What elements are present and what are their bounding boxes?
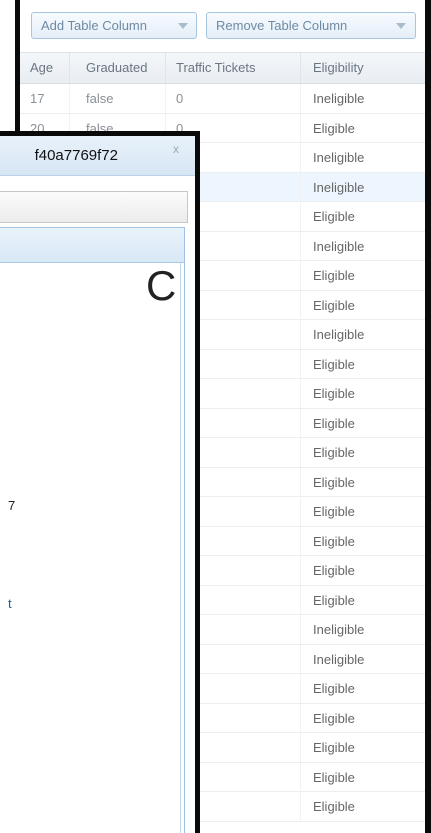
cell-eligibility: Eligible (313, 769, 355, 785)
link-fragment[interactable]: t (8, 596, 12, 611)
cell-age: 17 (20, 84, 70, 113)
chevron-down-icon (178, 23, 188, 29)
close-icon[interactable]: x (173, 142, 179, 156)
cell-eligibility: Ineligible (313, 651, 365, 667)
screenshot-root: Add Table Column Remove Table Column Age… (0, 0, 431, 833)
cell-eligibility: Eligible (313, 474, 355, 490)
cell-eligibility: Eligible (313, 740, 355, 755)
cell-eligibility: Ineligible (313, 622, 365, 637)
cell-eligibility: Eligible (313, 386, 355, 401)
panel-header (0, 228, 184, 263)
text-fragment: 7 (8, 498, 16, 513)
cell-eligibility: Eligible (313, 209, 355, 224)
dialog-title-bar[interactable]: f40a7769f72 x (0, 136, 195, 176)
cell-eligibility: Ineligible (313, 327, 365, 342)
cell-eligibility: Eligible (313, 681, 355, 696)
cell-eligibility: Ineligible (313, 238, 365, 254)
column-header-eligibility[interactable]: Eligibility (301, 53, 425, 83)
cell-graduated: false (70, 84, 166, 113)
cell-eligibility: Eligible (313, 504, 355, 519)
dialog-content-panel: C 7 t (0, 227, 185, 833)
cell-eligibility: Eligible (313, 415, 355, 431)
dialog-toolbar (0, 191, 188, 223)
dialog-window: f40a7769f72 x C 7 t (0, 131, 200, 833)
table-row[interactable]: 17 false 0 Ineligible (20, 84, 425, 114)
large-letter-text: C (146, 262, 177, 309)
cell-eligibility: Eligible (313, 297, 355, 313)
cell-eligibility: Ineligible (313, 150, 365, 165)
add-table-column-label: Add Table Column (41, 18, 147, 33)
cell-eligibility: Eligible (313, 356, 355, 372)
add-table-column-button[interactable]: Add Table Column (31, 12, 197, 39)
cell-eligibility: Eligible (313, 710, 355, 726)
remove-table-column-button[interactable]: Remove Table Column (206, 12, 416, 39)
table-toolbar: Add Table Column Remove Table Column (20, 0, 425, 52)
cell-eligibility: Eligible (313, 533, 355, 549)
table-header: Age Graduated Traffic Tickets Eligibilit… (20, 52, 425, 84)
cell-eligibility: Eligible (313, 445, 355, 460)
remove-table-column-label: Remove Table Column (216, 18, 348, 33)
cell-eligibility: Eligible (313, 592, 355, 608)
cell-traffic-tickets: 0 (166, 84, 301, 113)
cell-eligibility: Ineligible (313, 179, 365, 195)
cell-eligibility: Eligible (313, 799, 355, 814)
cell-eligibility: Eligible (313, 268, 355, 283)
panel-content (0, 263, 181, 833)
window-frame-right (425, 0, 431, 833)
cell-eligibility: Eligible (313, 120, 355, 136)
chevron-down-icon (396, 23, 406, 29)
column-header-age[interactable]: Age (20, 53, 70, 83)
column-header-graduated[interactable]: Graduated (70, 53, 166, 83)
column-header-traffic-tickets[interactable]: Traffic Tickets (166, 53, 301, 83)
cell-eligibility: Eligible (313, 563, 355, 578)
dialog-title: f40a7769f72 (34, 147, 118, 164)
cell-eligibility: Ineligible (313, 91, 365, 106)
